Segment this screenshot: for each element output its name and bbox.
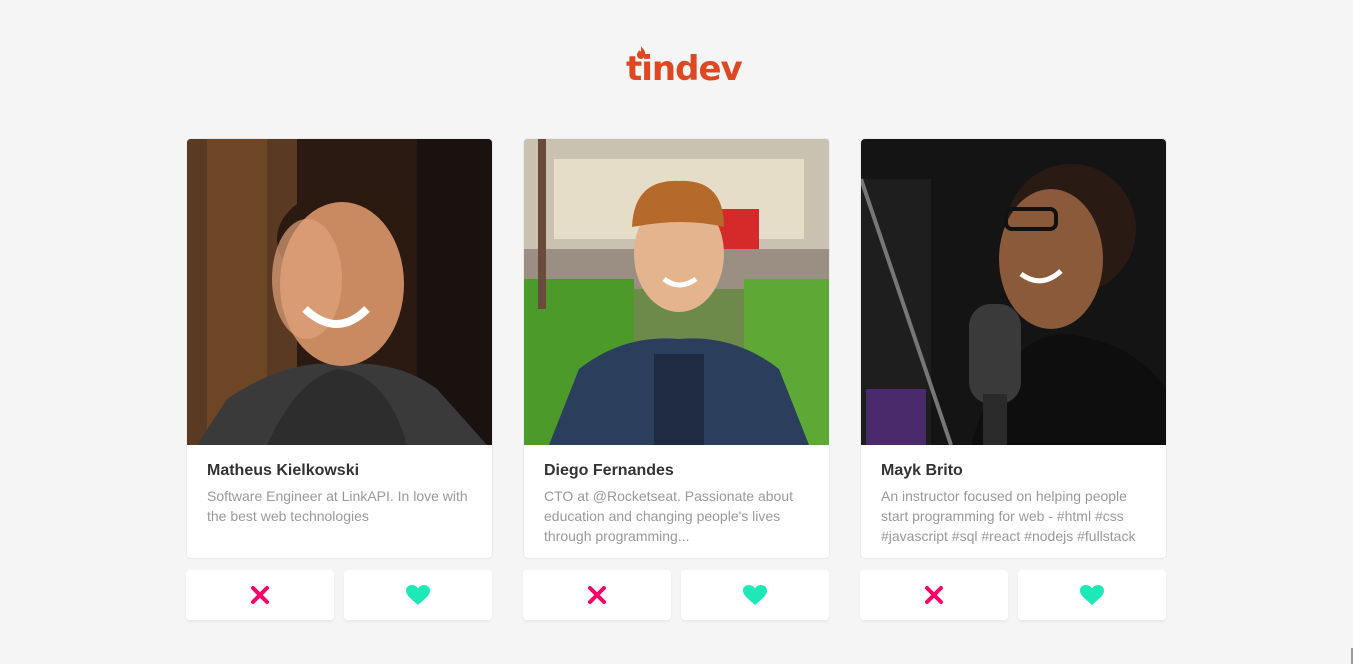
- avatar-photo: [524, 139, 829, 445]
- heart-icon: [406, 585, 430, 605]
- developer-card: Matheus Kielkowski Software Engineer at …: [186, 138, 493, 620]
- dislike-button[interactable]: [860, 570, 1008, 620]
- flame-icon: [637, 46, 646, 59]
- close-x-icon: [925, 586, 943, 604]
- like-button[interactable]: [681, 570, 829, 620]
- heart-icon: [743, 585, 767, 605]
- dislike-button[interactable]: [523, 570, 671, 620]
- card-actions: [523, 570, 830, 620]
- developer-cards-list: Matheus Kielkowski Software Engineer at …: [186, 138, 1167, 620]
- page: tindev Matheus Kielkowski Software Engin…: [0, 0, 1353, 664]
- card-actions: [186, 570, 493, 620]
- card-content: Mayk Brito An instructor focused on help…: [860, 138, 1167, 559]
- avatar-photo: [187, 139, 492, 445]
- developer-name: Mayk Brito: [881, 462, 963, 479]
- card-content: Diego Fernandes CTO at @Rocketseat. Pass…: [523, 138, 830, 559]
- developer-name: Matheus Kielkowski: [207, 462, 360, 479]
- developer-card: Mayk Brito An instructor focused on help…: [860, 138, 1167, 620]
- card-info: Diego Fernandes CTO at @Rocketseat. Pass…: [524, 445, 829, 546]
- developer-bio: CTO at @Rocketseat. Passionate about edu…: [544, 488, 793, 544]
- dislike-button[interactable]: [186, 570, 334, 620]
- card-info: Matheus Kielkowski Software Engineer at …: [187, 445, 492, 526]
- developer-name: Diego Fernandes: [544, 462, 674, 479]
- card-content: Matheus Kielkowski Software Engineer at …: [186, 138, 493, 559]
- avatar-photo: [861, 139, 1166, 445]
- close-x-icon: [588, 586, 606, 604]
- developer-bio: An instructor focused on helping people …: [881, 488, 1136, 544]
- card-info: Mayk Brito An instructor focused on help…: [861, 445, 1166, 546]
- developer-bio: Software Engineer at LinkAPI. In love wi…: [207, 488, 468, 524]
- like-button[interactable]: [1018, 570, 1166, 620]
- developer-card: Diego Fernandes CTO at @Rocketseat. Pass…: [523, 138, 830, 620]
- tindev-logo: tindev: [626, 46, 743, 86]
- close-x-icon: [251, 586, 269, 604]
- heart-icon: [1080, 585, 1104, 605]
- card-actions: [860, 570, 1167, 620]
- like-button[interactable]: [344, 570, 492, 620]
